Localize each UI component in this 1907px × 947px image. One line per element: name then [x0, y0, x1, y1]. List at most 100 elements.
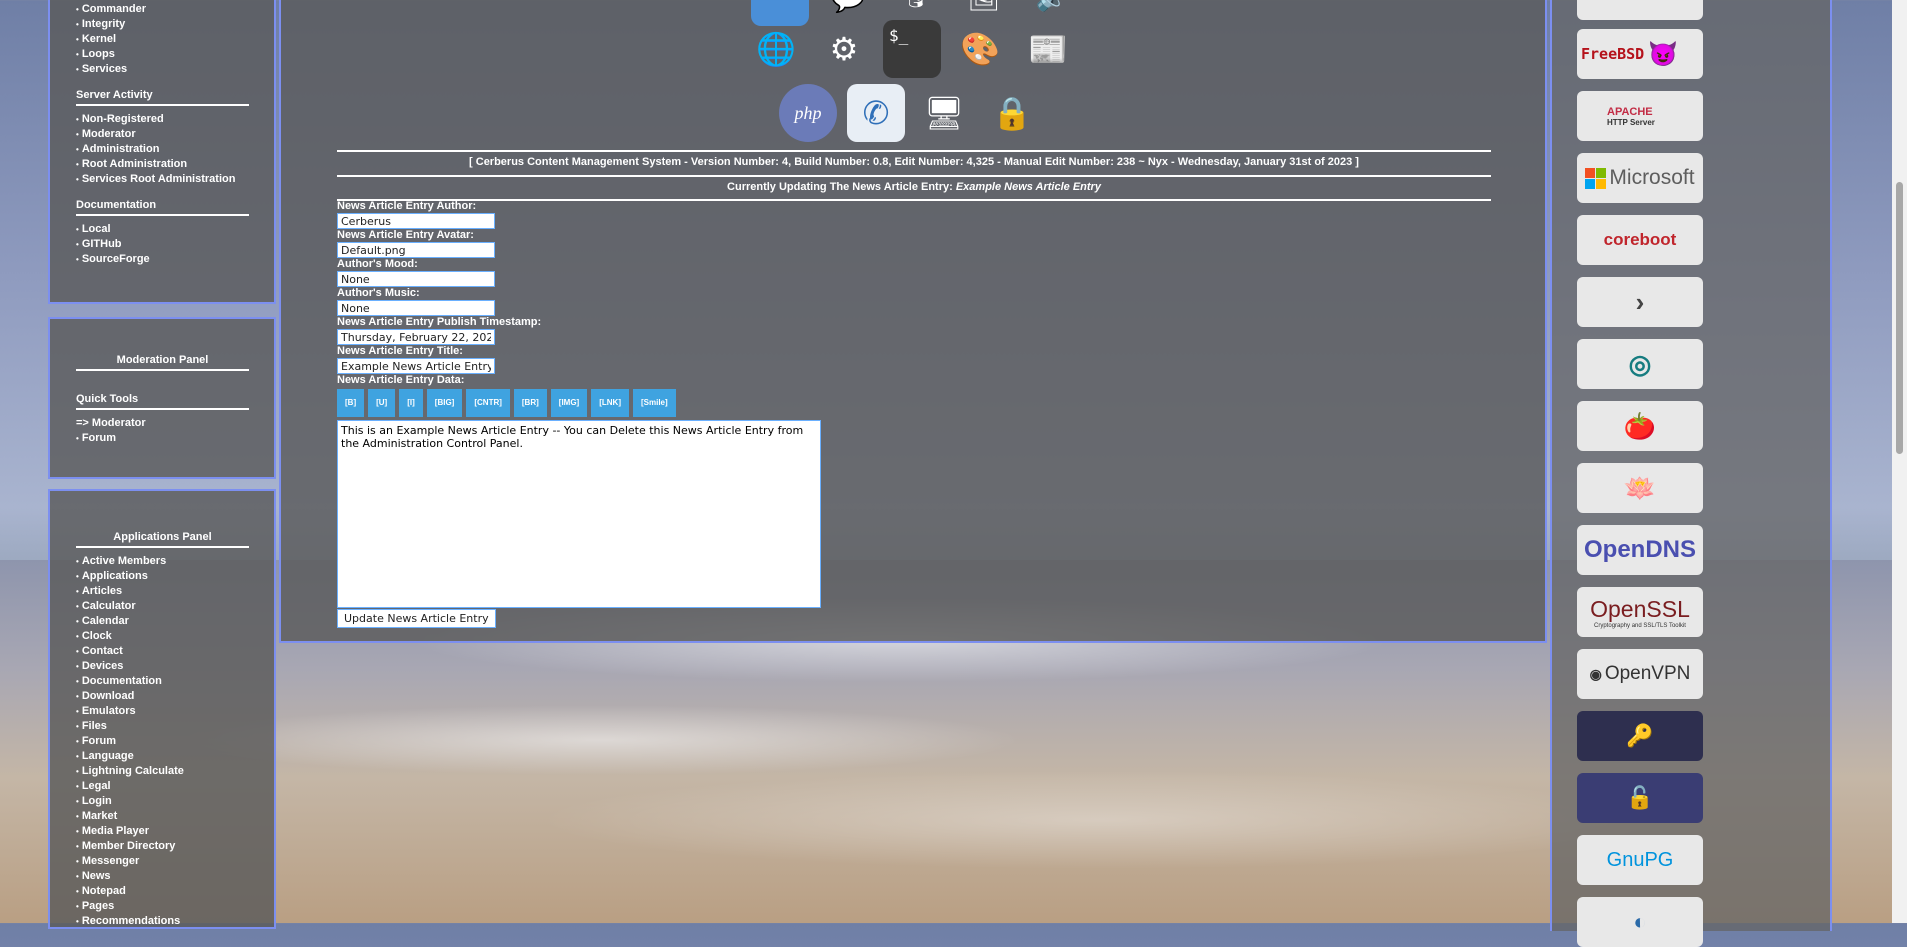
mood-input[interactable]: [337, 271, 495, 287]
globe-icon[interactable]: 🖥: [915, 84, 973, 142]
bbcode-button[interactable]: [I]: [399, 389, 423, 417]
music-input[interactable]: [337, 300, 495, 316]
application-item[interactable]: • Messenger: [76, 854, 249, 869]
timestamp-input[interactable]: [337, 329, 495, 345]
moderation-panel-title: Moderation Panel: [76, 350, 249, 371]
user-links-list: • Commander • Integrity • Kernel • Loops • Servic…: [76, 2, 249, 77]
user-link-item[interactable]: • Integrity: [76, 17, 249, 32]
bbcode-button[interactable]: [IMG]: [550, 389, 588, 417]
phone-icon[interactable]: ✆: [847, 84, 905, 142]
application-item[interactable]: • Calculator: [76, 599, 249, 614]
application-item[interactable]: • Pages: [76, 899, 249, 914]
quick-tool-item[interactable]: • Forum: [76, 431, 249, 446]
bullet-icon: •: [76, 5, 79, 14]
sponsor-microsoft[interactable]: Microsoft: [1577, 153, 1703, 203]
sponsor-tomato[interactable]: 🍅: [1577, 401, 1703, 451]
application-item[interactable]: • Recommendations: [76, 914, 249, 929]
gear-icon[interactable]: ⚙: [815, 20, 873, 78]
sponsor-arrow-logo[interactable]: ›: [1577, 277, 1703, 327]
application-item[interactable]: • Notepad: [76, 884, 249, 899]
application-item[interactable]: • Clock: [76, 629, 249, 644]
application-item[interactable]: • Active Members: [76, 554, 249, 569]
application-item[interactable]: • Login: [76, 794, 249, 809]
application-label: Active Members: [81, 555, 167, 567]
update-article-button[interactable]: Update News Article Entry: [337, 609, 496, 628]
application-item[interactable]: • Applications: [76, 569, 249, 584]
application-label: Files: [81, 720, 107, 732]
sponsor-opendns[interactable]: OpenDNS: [1577, 525, 1703, 575]
bullet-icon: •: [76, 572, 79, 581]
sponsor-apache[interactable]: APACHE HTTP Server: [1577, 91, 1703, 141]
server-activity-item[interactable]: • Root Administration: [76, 157, 249, 172]
application-label: Recommendations: [81, 915, 181, 927]
sponsor-openvpn[interactable]: ◉ OpenVPN: [1577, 649, 1703, 699]
documentation-item[interactable]: • Local: [76, 222, 249, 237]
application-item[interactable]: • News: [76, 869, 249, 884]
php-icon[interactable]: php: [779, 84, 837, 142]
bbcode-button[interactable]: [U]: [368, 389, 396, 417]
bbcode-button[interactable]: [BIG]: [426, 389, 463, 417]
application-item[interactable]: • Articles: [76, 584, 249, 599]
page-scrollbar[interactable]: [1892, 0, 1907, 923]
bbcode-button[interactable]: [CNTR]: [466, 389, 510, 417]
server-activity-item[interactable]: • Services Root Administration: [76, 172, 249, 187]
bbcode-button[interactable]: [LNK]: [591, 389, 629, 417]
server-activity-item[interactable]: • Moderator: [76, 127, 249, 142]
sponsor-keys-logo[interactable]: 🔑: [1577, 711, 1703, 761]
scrollbar-thumb[interactable]: [1896, 182, 1903, 454]
chevron-right-icon: ›: [1635, 286, 1645, 317]
application-item[interactable]: • Download: [76, 689, 249, 704]
application-item[interactable]: • Forum: [76, 734, 249, 749]
author-input[interactable]: [337, 213, 495, 229]
palette-icon[interactable]: 🎨: [951, 20, 1009, 78]
application-item[interactable]: • Member Directory: [76, 839, 249, 854]
bbcode-button[interactable]: [BR]: [513, 389, 547, 417]
application-item[interactable]: • Documentation: [76, 674, 249, 689]
user-link-item[interactable]: • Loops: [76, 47, 249, 62]
application-item[interactable]: • Market: [76, 809, 249, 824]
sponsor-lineage[interactable]: ◎: [1577, 339, 1703, 389]
documentation-item[interactable]: • SourceForge: [76, 252, 249, 267]
sponsor-debian[interactable]: ~: [1577, 0, 1703, 20]
sponsor-coreboot[interactable]: coreboot: [1577, 215, 1703, 265]
application-item[interactable]: • Emulators: [76, 704, 249, 719]
application-item[interactable]: • Devices: [76, 659, 249, 674]
application-label: Legal: [81, 780, 111, 792]
lock-user-icon[interactable]: 🔒: [983, 84, 1041, 142]
avatar-input[interactable]: [337, 242, 495, 258]
user-link-item[interactable]: • Services: [76, 62, 249, 77]
bullet-icon: •: [76, 130, 79, 139]
application-item[interactable]: • Language: [76, 749, 249, 764]
sponsor-lock-logo[interactable]: 🔓: [1577, 773, 1703, 823]
application-item[interactable]: • Contact: [76, 644, 249, 659]
sponsor-openssl[interactable]: OpenSSL Cryptography and SSL/TLS Toolkit: [1577, 587, 1703, 637]
microsoft-label: Microsoft: [1609, 166, 1695, 189]
terminal-icon[interactable]: $_: [883, 20, 941, 78]
documentation-item[interactable]: • GITHub: [76, 237, 249, 252]
daemon-icon: 😈: [1648, 40, 1679, 68]
server-activity-label: Services Root Administration: [81, 173, 236, 185]
bullet-icon: •: [76, 902, 79, 911]
sponsor-partial-logo[interactable]: ◐: [1577, 897, 1703, 947]
server-activity-item[interactable]: • Non-Registered: [76, 112, 249, 127]
application-label: Clock: [81, 630, 112, 642]
title-input[interactable]: [337, 358, 495, 374]
bullet-icon: •: [76, 557, 79, 566]
user-link-item[interactable]: • Kernel: [76, 32, 249, 47]
article-data-textarea[interactable]: This is an Example News Article Entry --…: [337, 420, 821, 608]
application-item[interactable]: • Lightning Calculate: [76, 764, 249, 779]
news-icon[interactable]: 📰: [1019, 20, 1077, 78]
application-item[interactable]: • Media Player: [76, 824, 249, 839]
bbcode-button[interactable]: [Smile]: [633, 389, 676, 417]
application-item[interactable]: • Calendar: [76, 614, 249, 629]
bbcode-button[interactable]: [B]: [337, 389, 365, 417]
server-activity-item[interactable]: • Administration: [76, 142, 249, 157]
user-link-item[interactable]: • Commander: [76, 2, 249, 17]
application-item[interactable]: • Legal: [76, 779, 249, 794]
quick-tool-item[interactable]: => Moderator: [76, 416, 249, 431]
sponsor-freebsd[interactable]: FreeBSD 😈: [1577, 29, 1703, 79]
application-item[interactable]: • Files: [76, 719, 249, 734]
sponsor-lotus[interactable]: 🪷: [1577, 463, 1703, 513]
sponsor-gnupg[interactable]: GnuPG: [1577, 835, 1703, 885]
network-globe-icon[interactable]: 🌐: [747, 20, 805, 78]
